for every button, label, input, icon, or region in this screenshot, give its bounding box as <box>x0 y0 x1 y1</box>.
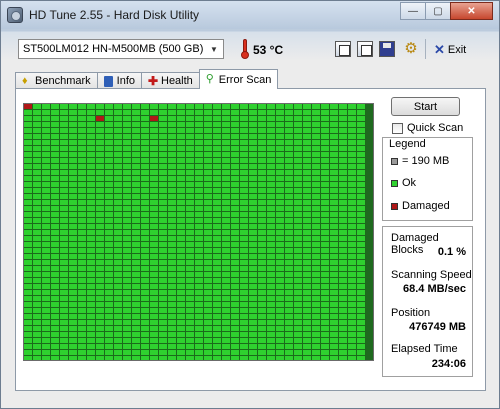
drive-select[interactable]: ST500LM012 HN-M500MB (500 GB) ▼ <box>18 39 224 59</box>
block-ok <box>330 356 339 360</box>
tab-health[interactable]: ✚ Health <box>141 72 200 89</box>
toolbar-separator <box>425 39 426 59</box>
block-ok <box>51 356 60 360</box>
tab-benchmark[interactable]: ♦ Benchmark <box>15 72 98 89</box>
elapsed-time-value: 234:06 <box>431 358 466 370</box>
damaged-blocks-value: 0.1 % <box>437 246 466 258</box>
window-controls: — ▢ ✕ <box>400 2 493 20</box>
health-icon: ✚ <box>148 73 159 88</box>
block-ok <box>177 356 186 360</box>
block-ok <box>186 356 195 360</box>
block-ok <box>222 356 231 360</box>
block-ok <box>159 356 168 360</box>
legend-label: Ok <box>402 177 417 189</box>
legend-item: Ok <box>391 177 416 189</box>
legend-swatch-block-size <box>391 157 398 165</box>
block-ok <box>312 356 321 360</box>
tab-label: Error Scan <box>218 73 272 86</box>
block-ok <box>285 356 294 360</box>
block-ok <box>321 356 330 360</box>
block-ok <box>69 356 78 360</box>
legend-box: Legend = 190 MB Ok Damaged <box>382 137 473 221</box>
block-ok <box>78 356 87 360</box>
position-label: Position <box>391 307 431 319</box>
block-ok <box>267 356 276 360</box>
legend-swatch-ok <box>391 179 398 187</box>
block-ok <box>24 356 33 360</box>
error-scan-panel: Start Quick Scan Legend = 190 MB Ok Dama… <box>15 88 486 391</box>
block-ok <box>213 356 222 360</box>
scan-stats: Damaged Blocks 0.1 % Scanning Speed 68.4… <box>382 226 473 377</box>
title-bar[interactable]: HD Tune 2.55 - Hard Disk Utility — ▢ ✕ <box>1 1 499 29</box>
block-ok <box>141 356 150 360</box>
tab-label: Benchmark <box>35 75 91 87</box>
block-ok <box>195 356 204 360</box>
thermometer-icon <box>241 39 249 59</box>
tab-label: Info <box>116 75 135 87</box>
scanning-speed-label: Scanning Speed <box>391 269 472 281</box>
quick-scan-checkbox[interactable] <box>392 122 403 134</box>
legend-title: Legend <box>388 138 427 150</box>
block-ok <box>258 356 267 360</box>
quick-scan-label: Quick Scan <box>407 122 464 134</box>
block-ok <box>105 356 114 360</box>
position-value: 476749 MB <box>409 321 466 333</box>
block-ok <box>42 356 51 360</box>
benchmark-icon: ♦ <box>22 74 28 87</box>
start-button[interactable]: Start <box>391 97 460 116</box>
block-ok <box>357 356 366 360</box>
block-ok <box>150 356 159 360</box>
block-ok <box>348 356 357 360</box>
block-ok <box>339 356 348 360</box>
magnifier-icon: ⚲ <box>205 73 214 85</box>
quick-scan-option[interactable]: Quick Scan <box>392 122 463 134</box>
legend-label: = 190 MB <box>402 155 450 167</box>
exit-icon: ✕ <box>434 42 445 57</box>
drive-select-value: ST500LM012 HN-M500MB (500 GB) <box>23 43 204 55</box>
block-ok <box>123 356 132 360</box>
app-window: HD Tune 2.55 - Hard Disk Utility — ▢ ✕ S… <box>0 0 500 409</box>
block-ok <box>240 356 249 360</box>
scanning-speed-value: 68.4 MB/sec <box>403 283 466 295</box>
copy-screenshot-icon[interactable] <box>357 41 373 57</box>
block-map <box>23 103 374 361</box>
tab-error-scan[interactable]: ⚲ Error Scan <box>198 69 279 89</box>
block-ok <box>276 356 285 360</box>
temperature-readout: 53 °C <box>253 43 284 57</box>
legend-label: Damaged <box>402 200 450 212</box>
minimize-button[interactable]: — <box>400 2 426 20</box>
tab-bar: ♦ Benchmark Info ✚ Health ⚲ Error Scan <box>15 69 279 89</box>
chevron-down-icon[interactable]: ▼ <box>207 42 221 56</box>
elapsed-time-label: Elapsed Time <box>391 343 458 355</box>
block-ok <box>204 356 213 360</box>
block-ok <box>132 356 141 360</box>
exit-button[interactable]: ✕ Exit <box>434 42 466 58</box>
block-grid <box>24 104 373 360</box>
block-ok <box>303 356 312 360</box>
save-icon[interactable] <box>379 41 395 57</box>
legend-item: Damaged <box>391 200 450 212</box>
window-title: HD Tune 2.55 - Hard Disk Utility <box>29 8 200 22</box>
close-button[interactable]: ✕ <box>450 2 493 20</box>
block-ok <box>96 356 105 360</box>
block-ok <box>294 356 303 360</box>
hard-disk-icon <box>7 7 23 23</box>
maximize-button[interactable]: ▢ <box>425 2 451 20</box>
block-ok <box>231 356 240 360</box>
block-ok <box>87 356 96 360</box>
legend-swatch-damaged <box>391 202 398 210</box>
options-icon[interactable]: ⚙ <box>403 41 419 57</box>
block-ok <box>249 356 258 360</box>
block-ok <box>60 356 69 360</box>
block-ok <box>168 356 177 360</box>
block-ok <box>114 356 123 360</box>
tab-info[interactable]: Info <box>96 72 142 89</box>
tab-label: Health <box>161 75 193 87</box>
exit-label: Exit <box>447 44 467 56</box>
block-ok <box>33 356 42 360</box>
copy-text-icon[interactable] <box>335 41 351 57</box>
info-icon <box>103 75 113 87</box>
legend-item: = 190 MB <box>391 155 449 167</box>
